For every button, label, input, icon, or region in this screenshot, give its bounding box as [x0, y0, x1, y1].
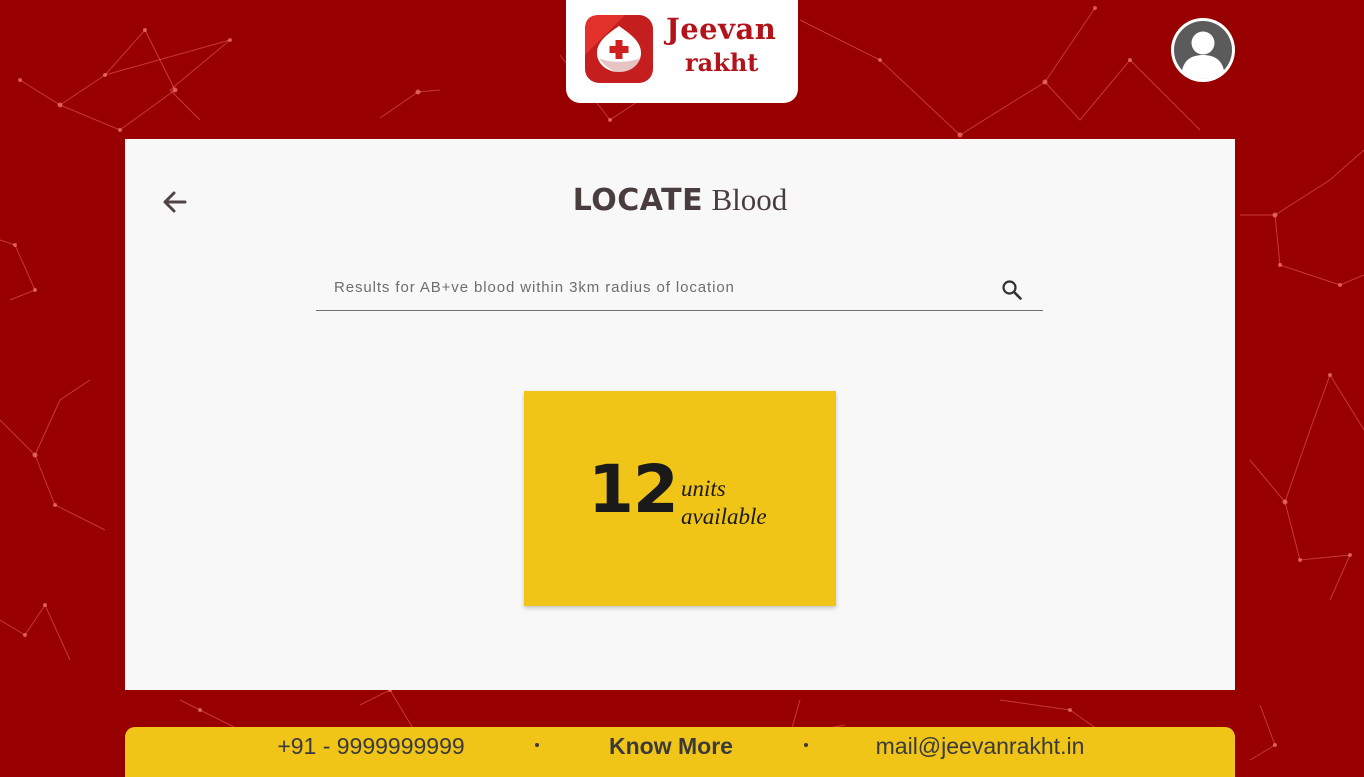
locate-blood-panel: LOCATE Blood Results for AB+ve blood wit…: [125, 139, 1235, 690]
page-title-bold: LOCATE: [572, 183, 704, 218]
footer-phone[interactable]: +91 - 9999999999: [277, 733, 464, 760]
units-label-line1: units: [681, 476, 726, 501]
units-label-line2: available: [681, 504, 767, 529]
search-icon[interactable]: [1000, 278, 1024, 302]
brand-logo-card[interactable]: Jeevan rakht: [566, 0, 798, 103]
brand-name-line2: rakht: [685, 48, 759, 77]
footer-separator-dot: [535, 743, 539, 747]
brand-name-line1: Jeevan: [666, 12, 777, 46]
search-input[interactable]: Results for AB+ve blood within 3km radiu…: [316, 265, 1043, 311]
footer-separator-dot: [804, 743, 808, 747]
search-input-value[interactable]: Results for AB+ve blood within 3km radiu…: [334, 279, 735, 296]
units-count: 12: [588, 451, 679, 528]
units-available-card: 12 units available: [524, 391, 836, 606]
units-label: units available: [681, 475, 767, 531]
blood-drop-cross-logo-icon: [585, 15, 653, 83]
know-more-link[interactable]: Know More: [609, 733, 733, 760]
page-title-serif: Blood: [711, 182, 788, 217]
page-title: LOCATE Blood: [125, 182, 1235, 218]
user-avatar-icon[interactable]: [1170, 17, 1236, 83]
footer-bar: +91 - 9999999999 Know More mail@jeevanra…: [125, 727, 1235, 777]
footer-email-link[interactable]: mail@jeevanrakht.in: [876, 733, 1085, 760]
